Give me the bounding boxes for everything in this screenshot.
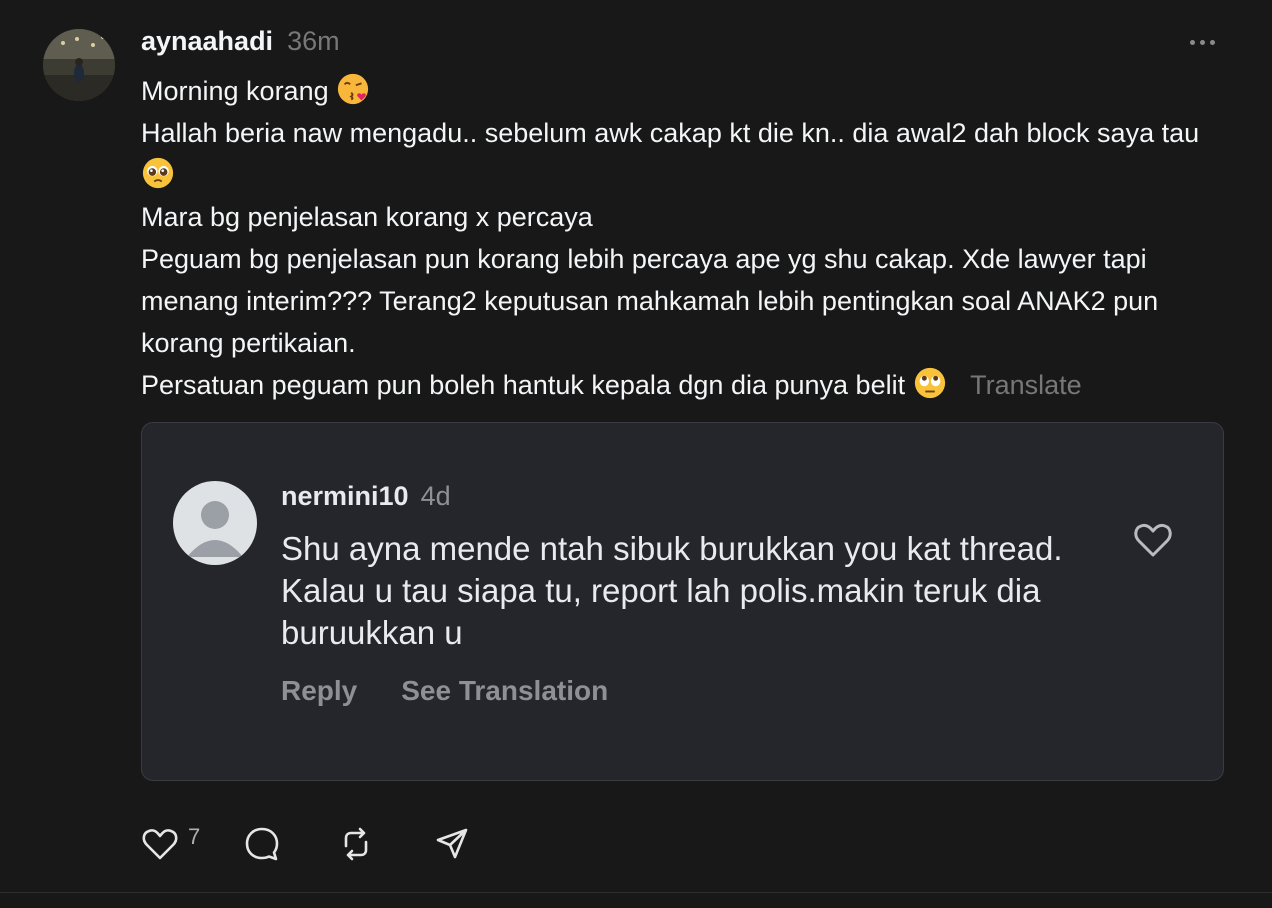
post-body: Morning korang Hallah beria naw mengadu.… — [141, 70, 1231, 406]
post-line: Morning korang — [141, 70, 1231, 112]
pleading-emoji — [142, 157, 174, 189]
post-line: Mara bg penjelasan korang x percaya — [141, 202, 593, 232]
heart-icon — [142, 829, 178, 860]
quoted-time: 4d — [420, 481, 451, 511]
quoted-header: nermini10 4d — [281, 481, 451, 512]
translate-link[interactable]: Translate — [970, 370, 1082, 400]
repost-icon — [344, 827, 368, 861]
default-avatar-icon — [173, 481, 257, 565]
quoted-comment-card[interactable]: nermini10 4d Shu ayna mende ntah sibuk b… — [141, 422, 1224, 781]
repost-button[interactable] — [336, 824, 376, 864]
divider — [0, 892, 1272, 893]
post-header: aynaahadi 36m — [141, 26, 340, 57]
share-button[interactable] — [432, 824, 472, 864]
see-translation-button[interactable]: See Translation — [401, 675, 608, 707]
post-line: Persatuan peguam pun boleh hantuk kepala… — [141, 364, 1231, 406]
avatar[interactable] — [43, 29, 115, 101]
quoted-text: Shu ayna mende ntah sibuk burukkan you k… — [281, 530, 1063, 651]
share-icon — [436, 828, 468, 859]
post-actions: 7 — [140, 824, 472, 864]
heart-icon[interactable] — [1131, 518, 1175, 562]
post-line: Hallah beria naw mengadu.. sebelum awk c… — [141, 112, 1231, 196]
reply-button[interactable]: Reply — [281, 675, 357, 707]
like-count: 7 — [188, 824, 201, 849]
comment-icon — [245, 827, 279, 861]
thread-post: aynaahadi 36m Morning korang Hallah beri… — [0, 0, 1272, 908]
like-button[interactable]: 7 — [140, 824, 200, 864]
more-icon[interactable] — [1190, 40, 1215, 45]
comment-button[interactable] — [242, 824, 282, 864]
quoted-actions: Reply See Translation — [281, 675, 608, 707]
kiss-emoji — [338, 73, 369, 105]
post-line: Peguam bg penjelasan pun korang lebih pe… — [141, 244, 1159, 358]
eye-roll-emoji — [914, 367, 945, 399]
post-time: 36m — [287, 26, 340, 56]
username[interactable]: aynaahadi — [141, 26, 273, 57]
quoted-username[interactable]: nermini10 — [281, 481, 409, 512]
